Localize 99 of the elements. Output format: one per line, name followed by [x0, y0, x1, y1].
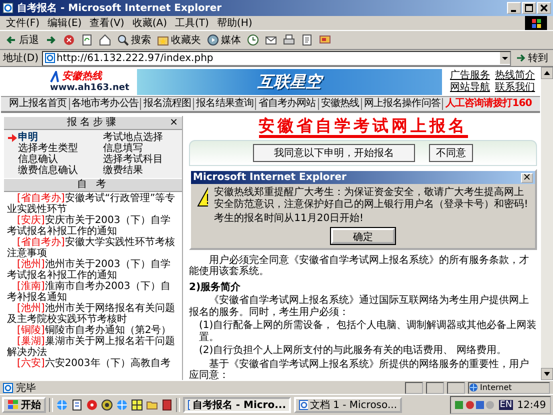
step-item[interactable]: 选择考生类型 [8, 143, 93, 154]
windows-logo-icon [525, 16, 547, 30]
address-label: 地址(D) [3, 52, 39, 65]
nav-link[interactable]: 安徽热线 [318, 98, 361, 110]
news-item[interactable]: [省自考办]安徽大学实践性环节考核注意事项 [7, 237, 179, 259]
news-item[interactable]: [池州]池州市关于网络报名有关问题及主考院校实践环节考核时 [7, 303, 179, 325]
step-item[interactable]: 申明 [8, 132, 93, 143]
start-button[interactable]: 开始 [2, 397, 46, 413]
list-item: (1)自行配备上网的所需设备， 包括个人电脑、调制解调器或其他必备上网装置。 [198, 320, 537, 343]
menu-item[interactable]: 帮助(H) [216, 16, 252, 30]
disagree-button[interactable]: 不同意 [429, 144, 473, 162]
notepad-icon[interactable] [71, 399, 83, 411]
maximize-button[interactable] [522, 2, 536, 14]
go-button[interactable]: 转到 [514, 51, 550, 65]
banner-ad[interactable]: 互联星空 [137, 69, 442, 95]
close-icon[interactable]: × [170, 117, 178, 129]
step-item[interactable]: 选择考试科目 [93, 154, 178, 165]
back-arrow-icon [5, 34, 17, 46]
printer-icon[interactable] [281, 33, 297, 47]
news-item[interactable]: [巢湖]巢湖市关于网上报名若干问题解决办法 [7, 336, 179, 358]
menu-item[interactable]: 编辑(E) [48, 16, 82, 30]
dialog-message: 安徽热线郑重提醒广大考生：为保证资金安全，敬请广大考生提高网上安全防范意识，注意保护好自己的网上银行用户名（登录卡号）和密码! [214, 187, 529, 210]
header-link[interactable]: 广告服务 [450, 70, 490, 82]
address-field[interactable]: http://61.132.222.97/index.php [42, 50, 511, 66]
home-icon[interactable] [97, 33, 113, 47]
status-pane [426, 382, 444, 394]
menu-item[interactable]: 收藏(A) [132, 16, 167, 30]
grid-icon[interactable] [131, 399, 143, 411]
header-link[interactable]: 联系我们 [495, 82, 535, 94]
toolbar-button[interactable]: 收藏夹 [155, 32, 203, 48]
ok-button[interactable]: 确定 [331, 228, 395, 244]
step-item[interactable]: 信息确认 [8, 154, 93, 165]
menu-item[interactable]: 查看(V) [90, 16, 124, 30]
nav-link[interactable]: 省自考办网站 [255, 98, 318, 110]
arrow-icon [8, 134, 17, 142]
arrow-icon [516, 53, 526, 63]
taskbar-button[interactable]: 文档 1 - Microso... [294, 397, 402, 413]
menu-item[interactable]: 工具(T) [175, 16, 209, 30]
security-zone: Internet [468, 382, 550, 394]
minimize-button[interactable] [507, 2, 521, 14]
scroll-bar[interactable] [541, 67, 553, 380]
status-pane [447, 382, 465, 394]
hotline-text: 人工咨询请拨打160 [442, 98, 534, 110]
gear-icon[interactable] [101, 399, 113, 411]
search-icon [117, 34, 129, 46]
close-button[interactable] [537, 2, 551, 14]
nav-link[interactable]: 网上报名首页 [7, 98, 69, 110]
news-item[interactable]: [安庆]安庆市关于2003（下）自学考试报名补报工作的通知 [7, 215, 179, 237]
step-item[interactable]: 缴费信息确认 [8, 165, 93, 176]
stop-icon[interactable] [61, 33, 77, 47]
window-title: 自考报名 - Microsoft Internet Explorer [17, 2, 222, 15]
step-item[interactable]: 信息填写 [93, 143, 178, 154]
nav-link[interactable]: 网上报名操作问答 [360, 98, 442, 110]
status-pane [405, 382, 423, 394]
toolbar-button[interactable]: 媒体 [205, 32, 243, 48]
nav-link[interactable]: 报名流程图 [140, 98, 194, 110]
globe-icon [469, 383, 478, 392]
menu-item[interactable]: 文件(F) [6, 16, 40, 30]
tray-icons-drawing[interactable] [454, 400, 495, 410]
section-heading: 2)服务简介 [189, 282, 242, 293]
step-item[interactable]: 缴费结果 [93, 165, 178, 176]
panel-title: 自 考 [76, 179, 110, 191]
close-icon [540, 4, 548, 12]
paragraph: 基于《安徽省自学考试网上报名系统》所提供的网络服务的重要性，用户应同意： [189, 358, 530, 380]
site-logo[interactable]: 安徽热线 [50, 70, 130, 82]
step-item[interactable]: 考试地点选择 [93, 132, 178, 143]
site-url: www.ah163.net [50, 82, 130, 94]
dialog-message: 考生的报名时间从11月20日开始! [214, 213, 365, 224]
news-item[interactable]: [池州]池州市关于2003（下）自学考试报名补报工作的通知 [7, 259, 179, 281]
warning-icon [197, 187, 208, 207]
news-item[interactable]: [铜陵]铜陵市自考办通知（第2号） [7, 325, 179, 336]
paragraph: 用户必须完全同意《安徽省自学考试网上报名系统》的所有服务条款，才能使用该套系统。 [189, 254, 530, 278]
paragraph: 《安徽省自学考试网上报名系统》通过国际互联网络为考生用户提供网上报名的服务。同时，考生用户必须： [189, 295, 530, 318]
header-link[interactable]: 热线简介 [495, 70, 535, 82]
page-icon [44, 53, 55, 63]
news-item[interactable]: [省自考办]安徽考试“行政管理”等专业实践性环节 [7, 193, 179, 215]
maximize-icon [525, 4, 533, 12]
panel-title: 报名步骤 [67, 117, 119, 129]
list-item: (2)自行负担个人上网所支付的与此服务有关的电话费用、 网络费用。 [198, 345, 508, 356]
windows-logo-icon [7, 400, 19, 410]
disc-icon[interactable] [86, 399, 98, 411]
history-clock-icon[interactable] [245, 33, 261, 47]
close-button[interactable]: × [521, 172, 533, 182]
nav-link[interactable]: 报名结果查询 [193, 98, 256, 110]
status-text: 完毕 [16, 382, 36, 394]
language-indicator[interactable]: EN [498, 400, 514, 410]
dialog-title: Microsoft Internet Explorer [193, 172, 346, 184]
nav-link[interactable]: 各地市考办公告 [68, 98, 140, 110]
news-item[interactable]: [六安]六安2003年（下）高教自考 [7, 358, 179, 369]
browser-icon [2, 2, 14, 14]
book-icon[interactable] [161, 399, 173, 411]
toolbar-button[interactable]: 后退 [3, 32, 41, 48]
clock: 12:49 [517, 400, 546, 410]
agree-button[interactable]: 我同意以下申明，开始报名 [253, 144, 415, 162]
news-item[interactable]: [淮南]淮南市自考办2003（下）自考补报名通知 [7, 281, 179, 303]
header-link[interactable]: 网站导航 [450, 82, 490, 94]
media-icon [207, 34, 219, 46]
toolbar-button[interactable]: 搜索 [115, 32, 153, 48]
taskbar-button[interactable]: 自考报名 - Micro... [183, 397, 291, 413]
